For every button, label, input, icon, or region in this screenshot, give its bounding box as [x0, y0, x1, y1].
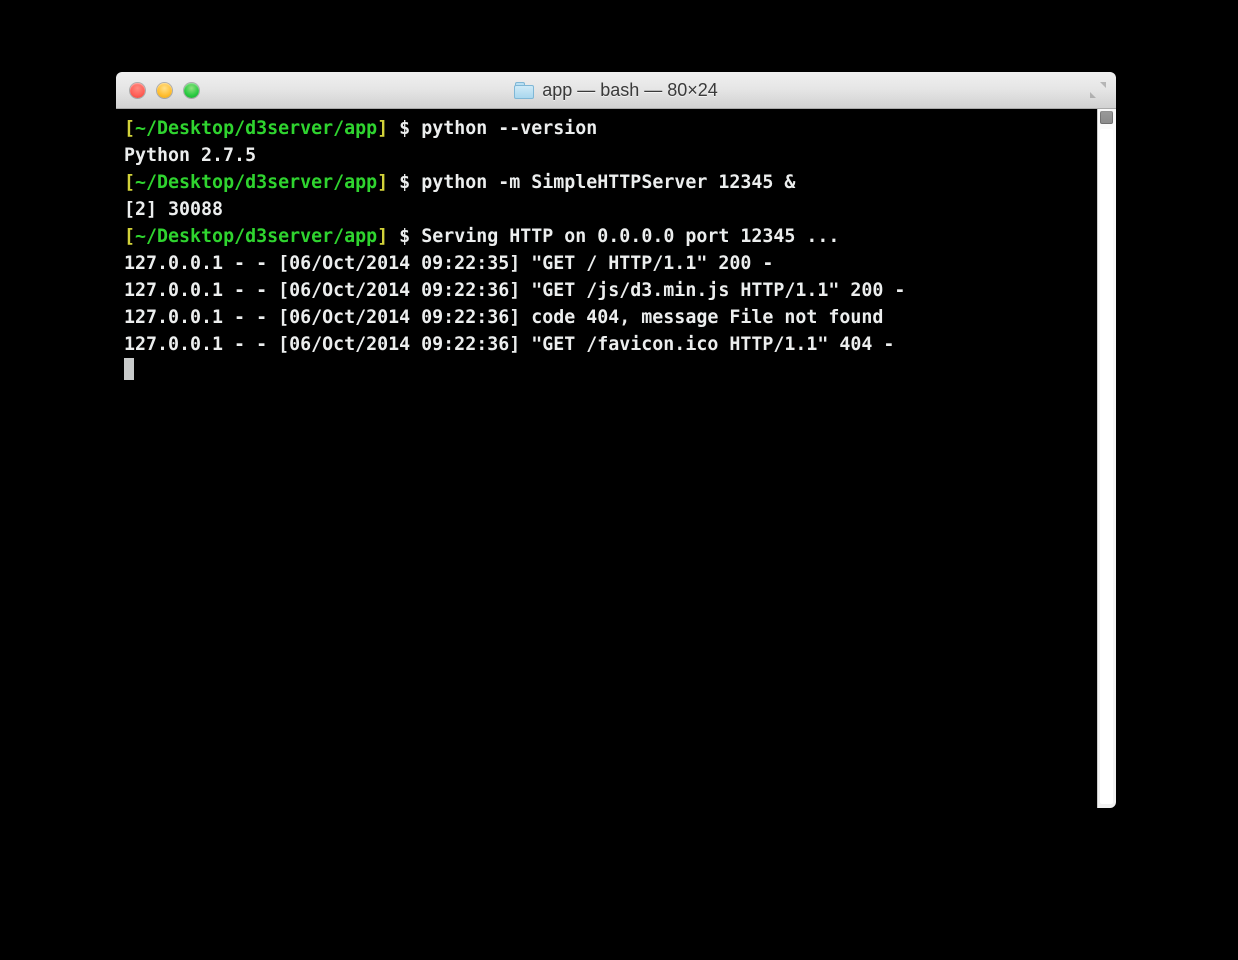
terminal-line: 127.0.0.1 - - [06/Oct/2014 09:22:35] "GE… [124, 250, 1089, 277]
terminal-line: [2] 30088 [124, 196, 1089, 223]
scrollbar-stop-icon [1100, 111, 1113, 124]
terminal-line: [~/Desktop/d3server/app] $ Serving HTTP … [124, 223, 1089, 250]
title-center: app — bash — 80×24 [116, 80, 1116, 101]
fullscreen-icon[interactable] [1088, 80, 1108, 100]
terminal-window: app — bash — 80×24 [~/Desktop/d3server/a… [116, 72, 1116, 808]
terminal-line: Python 2.7.5 [124, 142, 1089, 169]
terminal-line: 127.0.0.1 - - [06/Oct/2014 09:22:36] cod… [124, 304, 1089, 331]
cursor-line [124, 358, 1089, 385]
scrollbar[interactable] [1097, 109, 1116, 808]
close-button[interactable] [130, 83, 145, 98]
traffic-lights [116, 83, 199, 98]
scrollbar-thumb[interactable] [1100, 129, 1113, 804]
terminal-line: 127.0.0.1 - - [06/Oct/2014 09:22:36] "GE… [124, 331, 1089, 358]
maximize-button[interactable] [184, 83, 199, 98]
terminal-line: 127.0.0.1 - - [06/Oct/2014 09:22:36] "GE… [124, 277, 1089, 304]
terminal-body-wrap: [~/Desktop/d3server/app] $ python --vers… [116, 109, 1116, 808]
terminal-line: [~/Desktop/d3server/app] $ python -m Sim… [124, 169, 1089, 196]
minimize-button[interactable] [157, 83, 172, 98]
titlebar[interactable]: app — bash — 80×24 [116, 72, 1116, 109]
cursor [124, 358, 134, 380]
window-title: app — bash — 80×24 [542, 80, 718, 101]
terminal-line: [~/Desktop/d3server/app] $ python --vers… [124, 115, 1089, 142]
folder-icon [514, 82, 534, 98]
terminal-output[interactable]: [~/Desktop/d3server/app] $ python --vers… [116, 109, 1097, 808]
